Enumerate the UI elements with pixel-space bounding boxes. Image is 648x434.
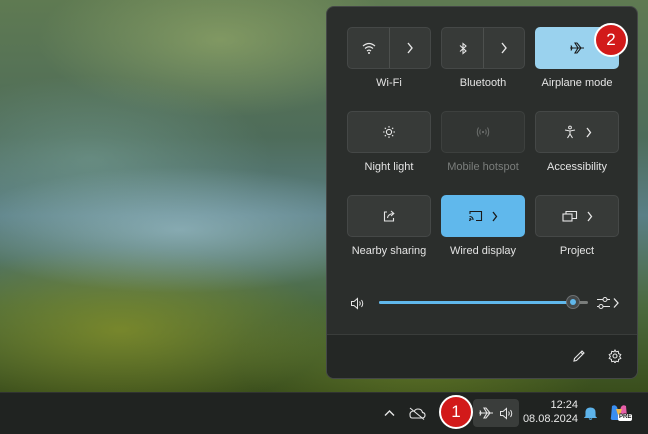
wifi-tile[interactable]: [347, 27, 431, 69]
audio-output-button[interactable]: [595, 292, 623, 314]
callout-badge-2: 2: [594, 23, 628, 57]
chevron-right-icon: [492, 211, 498, 221]
copilot-badge: PRE: [618, 414, 633, 421]
accessibility-icon: [564, 125, 575, 139]
volume-tray-item: [497, 405, 517, 421]
taskbar: 1 12:24 08.08.2024 PRE: [0, 392, 648, 434]
project-chevron: [586, 211, 593, 222]
project-icon: [561, 210, 577, 222]
airplane-mode-label: Airplane mode: [541, 77, 613, 89]
bluetooth-toggle[interactable]: [442, 28, 485, 68]
chevron-right-icon: [586, 211, 592, 221]
airplane-tray-item: [476, 405, 496, 421]
quick-settings-panel: Wi-Fi Bluetooth Airplane mode Night ligh…: [326, 6, 638, 379]
audio-output-icon: [597, 297, 619, 309]
project-tile[interactable]: [535, 195, 619, 237]
accessibility-tile[interactable]: [535, 111, 619, 153]
cast-icon: [469, 210, 483, 222]
wired-display-chevron: [491, 211, 498, 222]
volume-slider-thumb[interactable]: [566, 295, 581, 309]
pencil-icon: [573, 350, 585, 362]
wifi-icon: [362, 42, 376, 54]
show-hidden-icons-button[interactable]: [380, 403, 398, 423]
chevron-right-icon: [585, 127, 591, 137]
mute-button[interactable]: [347, 292, 369, 314]
chevron-right-icon: [407, 42, 414, 54]
wifi-toggle[interactable]: [348, 28, 391, 68]
volume-slider[interactable]: [379, 295, 588, 309]
chevron-right-icon: [501, 42, 508, 54]
settings-button[interactable]: [606, 347, 624, 365]
network-volume-tray[interactable]: [473, 399, 519, 427]
mobile-hotspot-tile[interactable]: [441, 111, 525, 153]
quick-settings-footer: [327, 334, 637, 378]
onedrive-button[interactable]: [406, 403, 428, 423]
wifi-expand-button[interactable]: [390, 28, 430, 68]
onedrive-icon: [409, 407, 426, 420]
bell-icon: [583, 407, 597, 420]
accessibility-chevron: [585, 127, 592, 138]
brightness-icon: [383, 126, 395, 138]
bluetooth-icon: [459, 41, 467, 55]
hotspot-icon: [476, 127, 490, 137]
taskbar-date: 08.08.2024: [522, 413, 578, 425]
speaker-icon: [500, 406, 513, 420]
gear-icon: [608, 349, 622, 363]
speaker-icon: [351, 296, 364, 310]
nearby-sharing-tile[interactable]: [347, 195, 431, 237]
edit-quick-settings-button[interactable]: [570, 347, 588, 365]
airplane-icon: [570, 42, 584, 54]
night-light-tile[interactable]: [347, 111, 431, 153]
bluetooth-expand-button[interactable]: [484, 28, 524, 68]
wired-display-tile[interactable]: [441, 195, 525, 237]
bluetooth-tile[interactable]: [441, 27, 525, 69]
callout-badge-1: 1: [439, 395, 473, 429]
taskbar-time: 12:24: [550, 399, 578, 411]
copilot-button[interactable]: PRE: [606, 400, 633, 426]
accessibility-label: Accessibility: [547, 161, 607, 173]
share-icon: [383, 210, 395, 222]
chevron-up-icon: [384, 410, 394, 416]
notifications-button[interactable]: [582, 403, 598, 423]
clock[interactable]: 12:24 08.08.2024: [522, 398, 578, 426]
airplane-icon: [479, 407, 493, 419]
volume-slider-fill: [379, 301, 574, 304]
project-label: Project: [559, 245, 595, 257]
